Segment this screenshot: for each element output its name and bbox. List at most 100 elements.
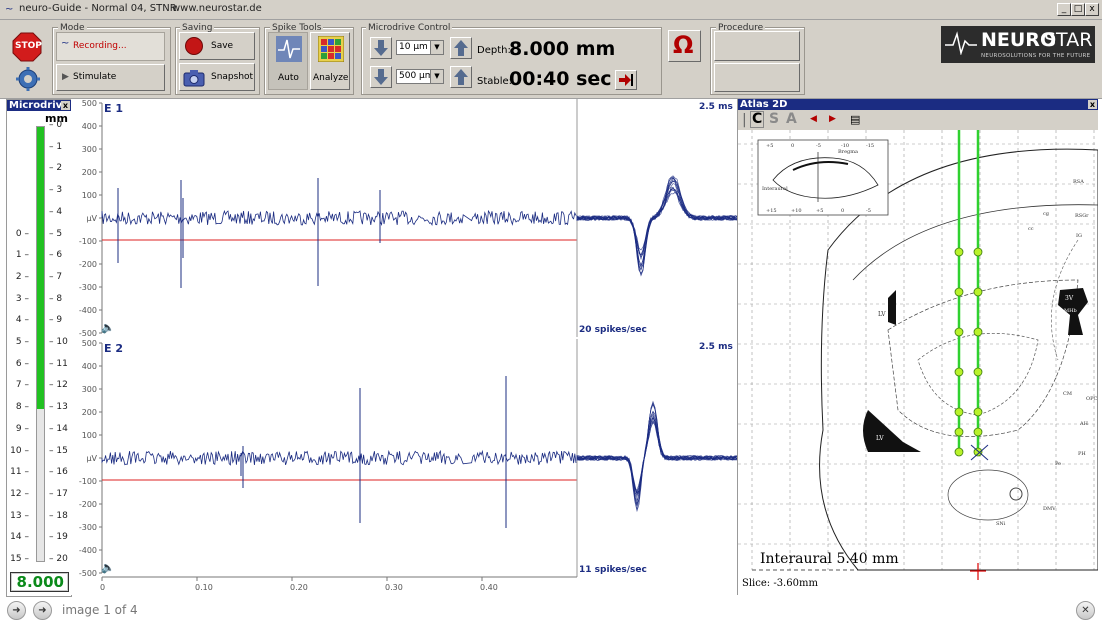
channel-e2-rate: 11 spikes/sec <box>579 565 647 575</box>
inset-scale-bottom: +10 <box>791 208 802 214</box>
goto-target-button[interactable] <box>615 70 637 90</box>
procedure-slot-1-button[interactable] <box>714 31 800 61</box>
atlas-label-cm: CM <box>1063 391 1072 397</box>
electrode-contact <box>954 447 964 457</box>
depth-tick-left: 14 – <box>10 532 29 543</box>
toolbar: STOP Mode ~ Recording... ▶ Stimulate Sav… <box>0 20 1102 99</box>
electrode-contact <box>973 427 983 437</box>
close-icon[interactable]: x <box>61 101 70 110</box>
atlas-toolbar: | C S A ◀ ▶ ▤ <box>738 110 1098 130</box>
auto-button[interactable]: Auto <box>268 32 308 90</box>
neurostar-logo: NEURO STAR NEUROSOLUTIONS FOR THE FUTURE <box>941 26 1095 63</box>
depth-gauge-fill <box>37 127 44 410</box>
omega-icon: Ω <box>673 31 694 59</box>
depth-tick-left: 4 – <box>15 315 29 326</box>
atlas-print-icon[interactable]: ▤ <box>850 113 860 126</box>
channel-e1-name: E 1 <box>104 102 123 115</box>
depth-tick-right: – 13 <box>49 402 68 413</box>
step-up-large-button[interactable] <box>450 66 472 88</box>
atlas-label-lv-upper: LV <box>878 311 886 318</box>
channel-e1-rate: 20 spikes/sec <box>579 325 647 335</box>
depth-tick-left: 9 – <box>15 423 29 434</box>
depth-tick-right: – 15 <box>49 445 68 456</box>
depth-gauge-track <box>36 126 45 562</box>
y-tick-label: µV <box>86 214 97 223</box>
spike-overlay-trace <box>576 192 738 251</box>
atlas-label-cc: cc <box>1028 226 1034 232</box>
spike-overlay-trace <box>576 183 738 266</box>
depth-tick-right: – 1 <box>49 141 63 152</box>
step-up-small-button[interactable] <box>450 37 472 59</box>
y-tick-label: 500 <box>82 99 97 108</box>
depth-tick-right: – 5 <box>49 228 63 239</box>
y-tick-label: -400 <box>79 546 97 555</box>
recording-label: Recording... <box>73 41 127 51</box>
analyze-grid-icon <box>318 36 344 62</box>
electrode-contact <box>954 367 964 377</box>
close-viewer-button[interactable]: ✕ <box>1076 601 1095 620</box>
y-tick-label: -500 <box>79 329 97 338</box>
stop-button[interactable]: STOP <box>12 32 42 62</box>
brand-name-suffix: STAR <box>1044 29 1093 51</box>
sagittal-view-button[interactable]: S <box>769 111 779 127</box>
camera-icon <box>183 70 205 87</box>
step-down-small-button[interactable] <box>370 37 392 59</box>
impedance-button[interactable]: Ω <box>668 30 701 62</box>
depth-tick-left: 15 – <box>10 554 29 564</box>
microdrive-control-group-label: Microdrive Control <box>366 23 453 33</box>
step-down-large-button[interactable] <box>370 66 392 88</box>
y-tick-label: 400 <box>82 362 97 371</box>
spike-overlay-trace <box>576 181 738 268</box>
coronal-view-button[interactable]: C <box>750 111 765 128</box>
atlas-label-ah: AH <box>1079 421 1089 427</box>
inset-scale-bottom: +5 <box>816 208 823 214</box>
speaker-icon[interactable]: 🔈 <box>101 321 115 334</box>
maximize-button[interactable]: □ <box>1071 3 1085 16</box>
arrow-up-icon <box>454 40 468 56</box>
analyze-button[interactable]: Analyze <box>310 32 350 90</box>
depth-tick-left: 3 – <box>15 293 29 304</box>
atlas-map[interactable]: LV LV 3V MHb SNi DMV Pe PH CM OPC AH RSA RSGr IG cg cc I… <box>738 130 1098 595</box>
atlas-pane-header: Atlas 2D x <box>738 99 1098 110</box>
spike-overlay-trace <box>576 177 738 277</box>
snapshot-button[interactable]: Snapshot <box>179 63 255 91</box>
step-size-large-select[interactable]: 500 µm ▼ <box>396 69 444 84</box>
atlas-caption: Interaural 5.40 mm <box>760 551 899 567</box>
previous-image-button[interactable]: ➜ <box>7 601 26 620</box>
depth-value: 8.000 mm <box>509 38 616 60</box>
save-button[interactable]: Save <box>179 32 255 60</box>
inset-interaural-label: Interaural <box>762 186 788 192</box>
atlas-pane: Atlas 2D x | C S A ◀ ▶ ▤ LV LV 3V MHb SNi DMV… <box>737 99 1098 595</box>
logo-waveform-icon <box>945 31 977 55</box>
gear-icon <box>16 67 40 91</box>
next-slice-icon[interactable]: ▶ <box>829 114 836 124</box>
close-icon[interactable]: x <box>1088 100 1097 109</box>
inset-scale-bottom: 0 <box>841 208 844 214</box>
depth-readout-value: 8.000 <box>16 573 64 591</box>
inset-scale-top: 0 <box>791 143 794 149</box>
stimulate-label: Stimulate <box>73 72 117 82</box>
channel-e2-name: E 2 <box>104 342 123 355</box>
next-image-button[interactable]: ➜ <box>33 601 52 620</box>
arrow-right-icon: ➜ <box>38 605 47 616</box>
depth-tick-left: 2 – <box>15 271 29 282</box>
axial-view-button[interactable]: A <box>786 111 797 127</box>
spike-overlay-trace <box>576 180 738 268</box>
y-tick-label: 400 <box>82 122 97 131</box>
x-tick-label: 0.10 <box>195 583 213 592</box>
close-window-button[interactable]: x <box>1085 3 1099 16</box>
y-tick-label: -100 <box>79 477 97 486</box>
speaker-icon[interactable]: 🔈 <box>101 561 115 574</box>
previous-slice-icon[interactable]: ◀ <box>810 114 817 124</box>
step-size-small-select[interactable]: 10 µm ▼ <box>396 40 444 55</box>
depth-tick-left: 8 – <box>15 402 29 413</box>
electrode-contact <box>954 327 964 337</box>
recording-button[interactable]: ~ Recording... <box>56 32 165 61</box>
stimulate-button[interactable]: ▶ Stimulate <box>56 64 165 91</box>
arrow-right-to-bar-icon <box>619 74 633 86</box>
settings-button[interactable] <box>14 66 42 92</box>
procedure-slot-2-button[interactable] <box>714 63 800 92</box>
minimize-button[interactable]: _ <box>1057 3 1071 16</box>
depth-tick-right: – 18 <box>49 510 68 521</box>
depth-tick-right: – 11 <box>49 358 68 369</box>
